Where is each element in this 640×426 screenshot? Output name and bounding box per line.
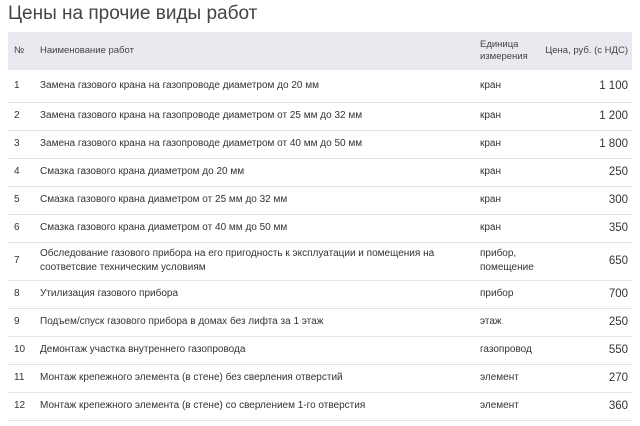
table-row: 4 Смазка газового крана диаметром до 20 … [8, 158, 632, 186]
price-value: 250 [608, 316, 628, 328]
unit-of-measure: кран [480, 222, 502, 233]
row-number: 1 [14, 79, 20, 91]
unit-of-measure: кран [480, 110, 502, 121]
work-name: Утилизация газового прибора [40, 288, 179, 299]
work-name: Монтаж крепежного элемента (в стене) без… [40, 372, 343, 383]
unit-of-measure: этаж [480, 316, 502, 327]
price-value: 1 200 [599, 110, 628, 122]
unit-of-measure: прибор, помещение [480, 248, 534, 273]
page-title: Цены на прочие виды работ [8, 3, 258, 24]
work-name: Монтаж крепежного элемента (в стене) со … [40, 400, 366, 411]
table-row: 1 Замена газового крана на газопроводе д… [8, 70, 632, 102]
table-row: 5 Смазка газового крана диаметром от 25 … [8, 186, 632, 214]
work-name: Замена газового крана на газопроводе диа… [40, 138, 363, 149]
column-header-unit: Единица измерения [474, 32, 536, 70]
price-value: 250 [608, 166, 628, 178]
row-number: 9 [14, 316, 20, 327]
table-row: 11 Монтаж крепежного элемента (в стене) … [8, 364, 632, 392]
work-name: Обследование газового прибора на его при… [40, 248, 435, 273]
work-name: Демонтаж участка внутреннего газопровода [40, 344, 246, 355]
work-name: Смазка газового крана диаметром от 25 мм… [40, 194, 288, 205]
unit-of-measure: элемент [480, 400, 519, 411]
price-value: 1 100 [599, 79, 628, 92]
row-number: 12 [14, 400, 26, 411]
unit-of-measure: прибор [480, 288, 514, 299]
column-header-price: Цена, руб. (с НДС) [545, 45, 628, 56]
row-number: 7 [14, 255, 20, 266]
column-header-unit-line1: Единица [480, 39, 519, 50]
work-name: Подъем/спуск газового прибора в домах бе… [40, 316, 324, 327]
table-row: 3 Замена газового крана на газопроводе д… [8, 130, 632, 158]
price-value: 550 [608, 344, 628, 356]
work-name: Смазка газового крана диаметром от 40 мм… [40, 222, 288, 233]
unit-of-measure: кран [480, 166, 502, 177]
price-value: 700 [608, 288, 628, 300]
row-number: 11 [14, 372, 25, 383]
table-row: 10 Демонтаж участка внутреннего газопров… [8, 336, 632, 364]
table-header: № Наименование работ Единица измерения Ц… [8, 32, 632, 70]
unit-of-measure: элемент [480, 372, 519, 383]
price-value: 650 [608, 255, 628, 267]
work-name: Замена газового крана на газопроводе диа… [40, 79, 319, 91]
table-row: 7 Обследование газового прибора на его п… [8, 242, 632, 280]
table-row: 9 Подъем/спуск газового прибора в домах … [8, 308, 632, 336]
price-table: № Наименование работ Единица измерения Ц… [8, 32, 632, 421]
table-row: 8 Утилизация газового прибора прибор 700 [8, 280, 632, 308]
column-header-unit-line2: измерения [480, 51, 528, 62]
column-header-name: Наименование работ [40, 45, 134, 56]
row-number: 5 [14, 194, 20, 205]
row-number: 10 [14, 344, 26, 355]
unit-of-measure: кран [480, 138, 502, 149]
work-name: Смазка газового крана диаметром до 20 мм [40, 166, 245, 177]
table-row: 6 Смазка газового крана диаметром от 40 … [8, 214, 632, 242]
column-header-number: № [14, 45, 25, 56]
row-number: 6 [14, 222, 20, 233]
price-value: 350 [608, 222, 628, 234]
price-value: 300 [608, 194, 628, 206]
table-row: 12 Монтаж крепежного элемента (в стене) … [8, 392, 632, 420]
price-value: 270 [608, 372, 628, 384]
row-number: 3 [14, 138, 20, 149]
unit-of-measure: кран [480, 79, 502, 91]
price-value: 1 800 [599, 138, 628, 150]
row-number: 2 [14, 110, 20, 121]
row-number: 4 [14, 166, 20, 177]
unit-of-measure: газопровод [480, 344, 532, 355]
row-number: 8 [14, 288, 20, 299]
price-value: 360 [608, 400, 628, 412]
table-header-row: № Наименование работ Единица измерения Ц… [8, 32, 632, 70]
table-row: 2 Замена газового крана на газопроводе д… [8, 102, 632, 130]
work-name: Замена газового крана на газопроводе диа… [40, 110, 363, 121]
unit-of-measure: кран [480, 194, 502, 205]
table-body: 1 Замена газового крана на газопроводе д… [8, 70, 632, 420]
